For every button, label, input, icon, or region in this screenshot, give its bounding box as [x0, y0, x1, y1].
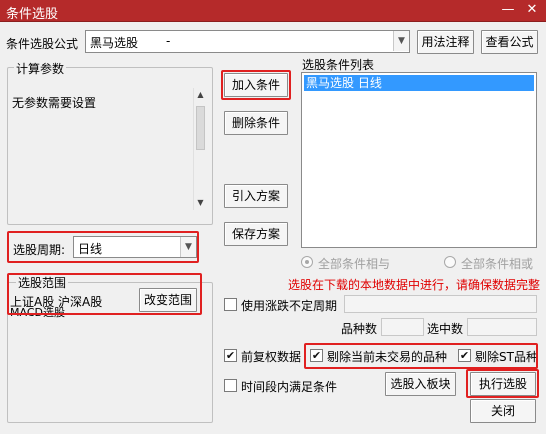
uncertain-period-field[interactable]	[344, 295, 537, 313]
execute-selection-button[interactable]: 执行选股	[470, 372, 536, 396]
params-group-label: 计算参数	[14, 60, 67, 77]
range-group-label: 选股范围	[16, 274, 69, 291]
chevron-down-icon[interactable]: ▼	[393, 31, 409, 51]
selected-label: 选中数	[427, 322, 464, 336]
period-value: 日线	[78, 242, 103, 256]
import-scheme-button[interactable]: 引入方案	[224, 184, 288, 208]
condition-list-label: 选股条件列表	[302, 58, 375, 72]
params-scrollbar[interactable]: ▲ ▼	[193, 88, 207, 210]
view-formula-button[interactable]: 查看公式	[481, 30, 538, 54]
formula-value: 黑马选股	[90, 36, 139, 50]
params-group	[7, 67, 213, 225]
fq-data-label: 前复权数据	[241, 350, 302, 364]
radio-all-or[interactable]	[444, 256, 456, 268]
exclude-st-checkbox[interactable]: ✔	[458, 349, 471, 362]
save-scheme-button[interactable]: 保存方案	[224, 222, 288, 246]
all-or-label: 全部条件相或	[461, 257, 534, 271]
add-condition-button[interactable]: 加入条件	[224, 73, 288, 97]
count-label: 品种数	[341, 322, 378, 336]
uncertain-period-label: 使用涨跌不定周期	[241, 299, 338, 313]
formula-label: 条件选股公式	[6, 37, 79, 51]
range-text-2: MACD选股	[10, 306, 65, 319]
exclude-st-label: 剔除ST品种	[475, 350, 538, 364]
period-label: 选股周期:	[13, 243, 66, 257]
close-icon[interactable]: ✕	[521, 0, 543, 22]
selected-field	[467, 318, 537, 336]
chevron-down-icon[interactable]: ▼	[180, 237, 196, 257]
title-bar: 条件选股 — ✕	[0, 0, 546, 22]
scroll-thumb[interactable]	[196, 106, 205, 150]
exclude-untraded-label: 剔除当前未交易的品种	[327, 350, 448, 364]
uncertain-period-checkbox[interactable]	[224, 298, 237, 311]
add-to-block-button[interactable]: 选股入板块	[385, 372, 456, 396]
change-range-button[interactable]: 改变范围	[139, 288, 197, 312]
condition-list[interactable]: 黑马选股 日线	[301, 72, 537, 248]
window-title: 条件选股	[6, 7, 59, 22]
period-satisfy-checkbox[interactable]	[224, 379, 237, 392]
usage-notes-button[interactable]: 用法注释	[417, 30, 474, 54]
period-satisfy-label: 时间段内满足条件	[241, 380, 338, 394]
formula-value-suffix: -	[166, 34, 171, 48]
period-select[interactable]: 日线 ▼	[73, 236, 197, 258]
radio-all-and[interactable]	[301, 256, 313, 268]
scroll-up-icon[interactable]: ▲	[194, 88, 207, 102]
minimize-icon[interactable]: —	[497, 0, 519, 22]
condition-list-item[interactable]: 黑马选股 日线	[304, 75, 534, 91]
params-text: 无参数需要设置	[12, 96, 97, 110]
fq-data-checkbox[interactable]: ✔	[224, 349, 237, 362]
scroll-down-icon[interactable]: ▼	[194, 196, 207, 210]
all-and-label: 全部条件相与	[318, 257, 391, 271]
formula-select[interactable]: 黑马选股 - ▼	[85, 30, 410, 53]
data-warning-text: 选股在下载的本地数据中进行，请确保数据完整	[288, 278, 541, 292]
exclude-untraded-checkbox[interactable]: ✔	[310, 349, 323, 362]
count-field	[381, 318, 424, 336]
close-button[interactable]: 关闭	[470, 399, 536, 423]
delete-condition-button[interactable]: 删除条件	[224, 111, 288, 135]
